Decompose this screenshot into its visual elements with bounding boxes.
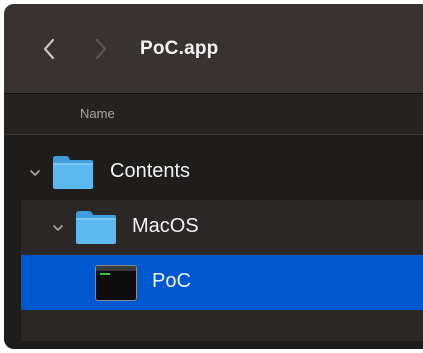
item-label: Contents [110, 160, 191, 182]
forward-button[interactable] [89, 34, 113, 64]
column-header: Name [4, 94, 423, 135]
list-item-macos[interactable]: MacOS [21, 200, 423, 255]
terminal-executable-icon [95, 265, 137, 301]
chevron-right-icon [95, 38, 107, 60]
empty-row [21, 310, 423, 341]
back-button[interactable] [37, 34, 61, 64]
chevron-down-icon[interactable] [29, 167, 41, 179]
toolbar: PoC.app [4, 4, 423, 94]
list-item-poc[interactable]: PoC [21, 255, 423, 310]
chevron-left-icon [43, 38, 55, 60]
chevron-down-icon[interactable] [52, 222, 64, 234]
file-list: Contents MacOS PoC [4, 135, 423, 349]
name-column-header[interactable]: Name [80, 106, 115, 121]
window-title: PoC.app [140, 38, 219, 59]
list-item-contents[interactable]: Contents [21, 145, 423, 200]
folder-icon [53, 156, 93, 189]
folder-icon [76, 211, 116, 244]
item-label: MacOS [132, 215, 199, 237]
item-label: PoC [152, 270, 191, 292]
finder-window: PoC.app Name Contents MacOS PoC [4, 4, 423, 349]
